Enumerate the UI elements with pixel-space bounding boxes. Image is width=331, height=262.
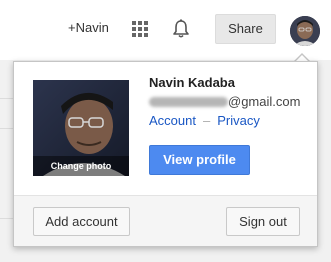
avatar-photo — [290, 16, 320, 46]
share-button[interactable]: Share — [215, 14, 276, 44]
google-plus-profile-link[interactable]: +Navin — [68, 20, 109, 35]
page-divider — [0, 98, 14, 99]
account-avatar[interactable] — [290, 16, 320, 46]
view-profile-button[interactable]: View profile — [149, 145, 250, 175]
account-links: Account – Privacy — [149, 113, 260, 128]
change-photo-label[interactable]: Change photo — [33, 156, 129, 176]
account-popup: Change photo Navin Kadaba @gmail.com Acc… — [13, 61, 318, 247]
notifications-bell-icon[interactable] — [172, 19, 190, 39]
page-divider — [0, 128, 14, 129]
profile-photo[interactable]: Change photo — [33, 80, 129, 176]
top-bar: +Navin Share — [0, 0, 331, 60]
add-account-button[interactable]: Add account — [33, 207, 130, 236]
account-link[interactable]: Account — [149, 113, 196, 128]
page-divider — [0, 218, 14, 219]
email-redaction-blur — [149, 96, 228, 107]
email-domain: @gmail.com — [228, 94, 301, 110]
apps-grid-icon[interactable] — [132, 21, 148, 37]
privacy-link[interactable]: Privacy — [217, 113, 260, 128]
user-email: @gmail.com — [149, 93, 300, 110]
sign-out-button[interactable]: Sign out — [226, 207, 300, 236]
link-separator: – — [202, 113, 211, 128]
popup-footer: Add account Sign out — [14, 195, 317, 246]
user-name: Navin Kadaba — [149, 75, 235, 90]
